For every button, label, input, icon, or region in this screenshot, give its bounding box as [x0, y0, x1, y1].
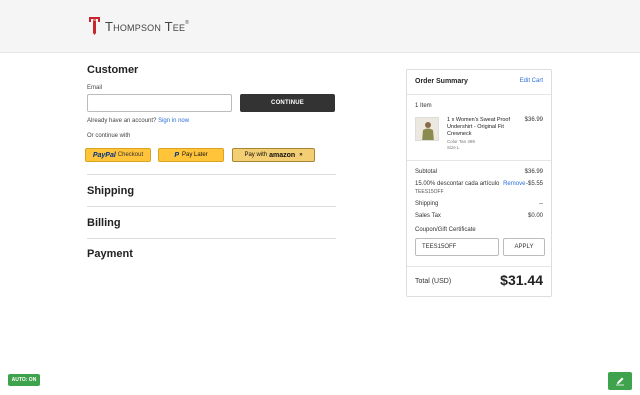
- subtotal-row: Subtotal $36.99: [415, 169, 543, 175]
- apply-coupon-button[interactable]: APPLY: [503, 238, 545, 256]
- amazon-pay-button[interactable]: Pay with amazon »: [232, 148, 315, 162]
- email-field[interactable]: [87, 94, 232, 112]
- item-size: Size L: [447, 145, 460, 150]
- shipping-row: Shipping --: [415, 201, 543, 207]
- discount-label: 15.00% descontar cada artículo: [415, 181, 500, 187]
- section-divider: [87, 174, 336, 175]
- section-divider: [87, 238, 336, 239]
- edit-icon: [616, 377, 624, 386]
- brand-name: Thompson Tee: [105, 18, 186, 34]
- paypal-checkout-button[interactable]: PayPal Checkout: [85, 148, 151, 162]
- email-label: Email: [87, 85, 103, 91]
- section-divider: [87, 206, 336, 207]
- account-prompt: Already have an account? Sign in now: [87, 118, 189, 124]
- continue-button[interactable]: CONTINUE: [240, 94, 335, 112]
- amazon-brand: amazon: [269, 151, 296, 159]
- tax-label: Sales Tax: [415, 213, 441, 219]
- chevron-right-icon: »: [299, 152, 303, 158]
- summary-divider: [407, 160, 551, 161]
- coupon-label: Coupon/Gift Certificate: [415, 227, 476, 233]
- total-value: $31.44: [500, 272, 543, 288]
- site-header: Thompson Tee ®: [0, 0, 640, 53]
- continue-with-label: Or continue with: [87, 133, 131, 139]
- tax-value: $0.00: [527, 213, 543, 219]
- paylater-label: Pay Later: [181, 152, 208, 158]
- order-summary-title: Order Summary: [415, 78, 468, 85]
- subtotal-value: $36.99: [524, 169, 543, 175]
- remove-discount-link[interactable]: Remove: [503, 181, 525, 187]
- amazon-prefix: Pay with: [244, 152, 268, 158]
- total-label: Total (USD): [415, 278, 452, 285]
- order-summary-panel: Order Summary Edit Cart 1 Item 1 x Women…: [406, 69, 552, 297]
- paypal-paylater-button[interactable]: P Pay Later: [158, 148, 224, 162]
- item-color: Color Tan 499: [447, 139, 475, 144]
- sign-in-link[interactable]: Sign in now: [158, 118, 189, 124]
- subtotal-label: Subtotal: [415, 169, 438, 175]
- coupon-field[interactable]: TEES15OFF: [415, 238, 499, 256]
- summary-divider: [407, 94, 551, 95]
- auto-status-badge[interactable]: AUTO: ON: [8, 374, 40, 386]
- floating-action-button[interactable]: [608, 372, 632, 390]
- shipping-heading: Shipping: [87, 185, 135, 197]
- product-thumbnail: [415, 117, 439, 141]
- paypal-brand: PayPal: [92, 151, 116, 159]
- discount-code: TEES15OFF: [415, 189, 444, 195]
- discount-value: -$5.55: [525, 181, 543, 187]
- payment-heading: Payment: [87, 248, 133, 260]
- account-prompt-text: Already have an account?: [87, 118, 157, 124]
- logo-mark-icon: [88, 16, 101, 36]
- paypal-checkout-label: Checkout: [117, 152, 144, 158]
- tax-row: Sales Tax $0.00: [415, 213, 543, 219]
- item-price: $36.99: [524, 117, 543, 123]
- summary-divider: [407, 266, 551, 267]
- paypal-p-icon: P: [174, 151, 179, 159]
- item-count: 1 Item: [415, 103, 432, 109]
- registered-mark: ®: [185, 20, 189, 26]
- item-name: 1 x Women's Sweat Proof Undershirt - Ori…: [447, 117, 511, 137]
- shipping-label: Shipping: [415, 201, 439, 207]
- shipping-value: --: [539, 201, 543, 207]
- billing-heading: Billing: [87, 217, 121, 229]
- customer-heading: Customer: [87, 64, 139, 76]
- discount-row: 15.00% descontar cada artículo Remove -$…: [415, 181, 543, 187]
- edit-cart-link[interactable]: Edit Cart: [520, 78, 543, 84]
- brand-logo[interactable]: Thompson Tee ®: [88, 16, 189, 36]
